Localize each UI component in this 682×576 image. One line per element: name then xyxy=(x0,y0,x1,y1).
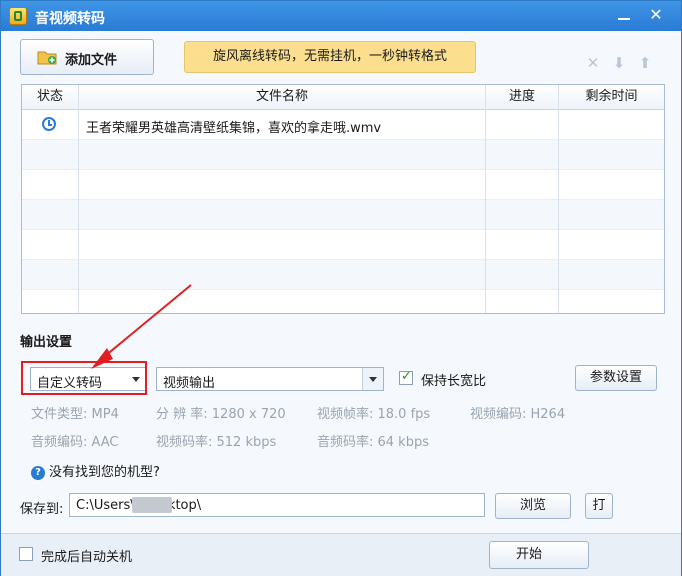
app-icon xyxy=(9,7,27,25)
add-folder-icon xyxy=(37,51,57,65)
audio-bitrate-info: 音频码率: 64 kbps xyxy=(317,435,429,450)
chevron-down-icon xyxy=(369,377,377,382)
help-link[interactable]: ? 没有找到您的机型? xyxy=(31,461,160,480)
window-title: 音视频转码 xyxy=(35,11,105,27)
file-name: 王者荣耀男英雄高清壁纸集锦，喜欢的拿走哦.wmv xyxy=(86,121,382,136)
start-button[interactable]: 开始 xyxy=(489,541,589,569)
output-settings-title: 输出设置 xyxy=(20,335,73,350)
empty-row xyxy=(22,230,664,260)
format-dropdown-button[interactable] xyxy=(362,368,383,390)
add-file-button[interactable]: 添加文件 xyxy=(20,39,154,75)
open-folder-button[interactable]: 打 xyxy=(585,493,613,519)
help-text: 没有找到您的机型? xyxy=(49,465,160,480)
close-button[interactable]: ✕ xyxy=(645,5,667,25)
keep-ratio-label[interactable]: 保持长宽比 xyxy=(421,370,486,389)
column-divider xyxy=(78,85,79,313)
move-down-icon[interactable]: ⬇ xyxy=(611,55,627,71)
video-bitrate-info: 视频码率: 512 kbps xyxy=(156,435,277,450)
converter-window: 音视频转码 ✕ 添加文件 旋风离线转码，无需挂机，一秒钟转格式 ✕ ⬇ ⬆ 状态… xyxy=(0,0,682,576)
column-divider xyxy=(485,85,486,313)
audio-codec-info: 音频编码: AAC xyxy=(31,435,119,450)
video-codec-info: 视频编码: H264 xyxy=(470,407,566,422)
header-progress[interactable]: 进度 xyxy=(486,85,558,109)
column-divider xyxy=(558,85,559,313)
save-to-label: 保存到: xyxy=(20,502,64,517)
help-icon: ? xyxy=(31,466,45,480)
header-status[interactable]: 状态 xyxy=(22,85,78,109)
browse-button[interactable]: 浏览 xyxy=(495,493,571,519)
format-value: 视频输出 xyxy=(163,376,216,391)
save-path-field[interactable]: C:\Users\ \Desktop\ xyxy=(69,493,485,517)
empty-row xyxy=(22,260,664,290)
resolution-info: 分 辨 率: 1280 x 720 xyxy=(156,407,286,422)
auto-shutdown-label[interactable]: 完成后自动关机 xyxy=(41,546,132,565)
table-row[interactable]: 王者荣耀男英雄高清壁纸集锦，喜欢的拿走哦.wmv xyxy=(22,110,664,140)
format-select[interactable]: 视频输出 xyxy=(156,367,384,391)
preset-highlight-box xyxy=(21,361,147,395)
auto-shutdown-checkbox[interactable] xyxy=(19,547,33,561)
empty-row xyxy=(22,290,664,313)
remove-icon[interactable]: ✕ xyxy=(585,55,601,71)
redacted-username xyxy=(132,497,172,513)
file-table: 状态 文件名称 进度 剩余时间 王者荣耀男英雄高清壁纸集锦，喜欢的拿走哦.wmv xyxy=(21,84,665,314)
param-settings-button[interactable]: 参数设置 xyxy=(575,365,657,391)
frame-rate-info: 视频帧率: 18.0 fps xyxy=(317,407,431,422)
header-filename[interactable]: 文件名称 xyxy=(79,85,485,109)
table-header: 状态 文件名称 进度 剩余时间 xyxy=(22,85,664,110)
minimize-button[interactable] xyxy=(613,5,635,25)
header-remaining[interactable]: 剩余时间 xyxy=(559,85,664,109)
title-bar: 音视频转码 ✕ xyxy=(1,1,681,31)
empty-row xyxy=(22,140,664,170)
promo-banner[interactable]: 旋风离线转码，无需挂机，一秒钟转格式 xyxy=(184,41,476,73)
empty-row xyxy=(22,170,664,200)
clock-icon xyxy=(42,117,56,131)
empty-row xyxy=(22,200,664,230)
keep-ratio-checkbox[interactable] xyxy=(399,369,413,385)
file-type-info: 文件类型: MP4 xyxy=(31,407,119,422)
move-up-icon[interactable]: ⬆ xyxy=(637,55,653,71)
add-file-label: 添加文件 xyxy=(65,53,118,68)
